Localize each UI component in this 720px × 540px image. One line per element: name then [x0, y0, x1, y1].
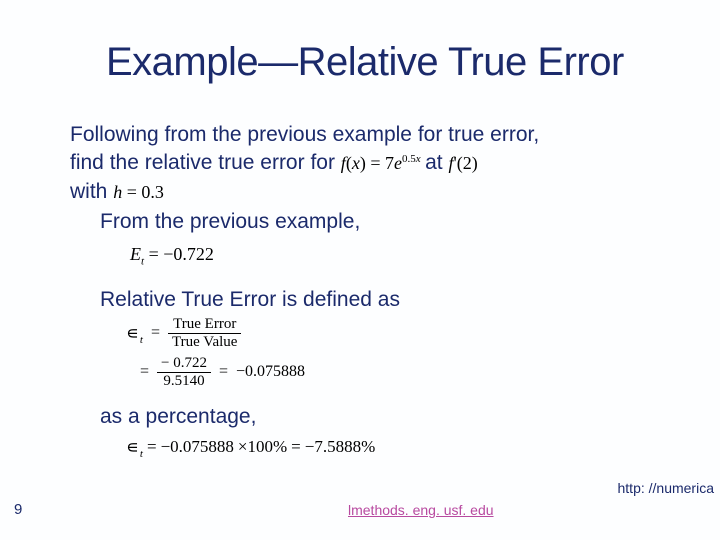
equals-sign: =: [219, 362, 228, 382]
et-equation: Et = −0.722: [130, 243, 680, 269]
from-previous-line: From the previous example,: [100, 209, 680, 235]
with-line: with h = 0.3: [70, 179, 680, 205]
slide-title: Example—Relative True Error: [106, 40, 624, 85]
footer-link[interactable]: lmethods. eng. usf. edu: [348, 502, 494, 518]
rte-fraction-numeric: = − 0.722 9.5140 = −0.075888: [140, 355, 680, 390]
rte-fraction-definition: ∊t = True Error True Value: [126, 316, 680, 351]
epsilon-symbol: ∊t: [126, 436, 143, 459]
page-number: 9: [14, 501, 22, 518]
slide: Example—Relative True Error Following fr…: [0, 0, 720, 540]
problem-line-2: find the relative true error for f(x) = …: [70, 150, 680, 176]
rte-result: −0.075888: [236, 362, 305, 382]
percentage-equation: ∊t = −0.075888×100% = −7.5888%: [126, 436, 680, 459]
as-percentage-line: as a percentage,: [100, 404, 680, 430]
fraction-numeric: − 0.722 9.5140: [157, 355, 211, 390]
fx-expression: f(x) = 7e0.5x: [341, 153, 425, 173]
problem-line-1: Following from the previous example for …: [70, 122, 680, 148]
epsilon-symbol: ∊t: [126, 322, 143, 345]
problem-prefix: find the relative true error for: [70, 151, 341, 174]
rte-defined-line: Relative True Error is defined as: [100, 287, 680, 313]
source-url-fragment: http: //numerica: [618, 480, 715, 496]
with-word: with: [70, 180, 113, 203]
percentage-result: −7.5888%: [305, 436, 376, 457]
at-word: at: [425, 151, 448, 174]
fprime-expression: f'(2): [448, 153, 477, 173]
fraction-true-error: True Error True Value: [168, 316, 241, 351]
equals-sign: =: [147, 436, 157, 457]
slide-body: Following from the previous example for …: [70, 122, 680, 458]
equals-sign: =: [140, 362, 149, 382]
equals-sign: =: [151, 323, 160, 343]
h-expression: h = 0.3: [113, 182, 164, 202]
